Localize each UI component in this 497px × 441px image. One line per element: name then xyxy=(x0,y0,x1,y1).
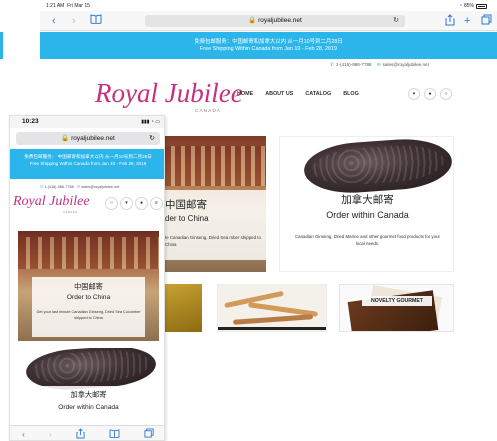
search-icon[interactable]: ○ xyxy=(440,88,452,100)
banner-line-english: Free Shipping Within Canada from Jan 10 … xyxy=(200,46,337,52)
phone-browser-bottom-bar: ‹ › xyxy=(10,425,164,441)
header-icon-group: ▾ ● ○ xyxy=(408,88,452,100)
phone-icon: ✆ xyxy=(40,185,44,189)
card-subtitle: Order within Canada xyxy=(326,210,409,220)
url-text: 🔒 royaljubilee.net xyxy=(248,17,302,24)
ginseng-root-image xyxy=(232,314,314,325)
chevron-right-icon[interactable]: › xyxy=(72,14,76,28)
status-time-text: 1:21 AM xyxy=(46,3,65,9)
signal-wifi-battery-icons: ▮▮▮ ◔ ▭ xyxy=(141,119,160,125)
card-title: 中国邮寄 xyxy=(165,199,207,211)
url-bar[interactable]: 🔒 royaljubilee.net ↻ xyxy=(145,15,405,27)
card-title: 加拿大邮寄 xyxy=(341,194,394,206)
sea-cucumber-image xyxy=(302,135,454,197)
phone-icon: ✆ xyxy=(330,62,334,67)
card-description: Get your last minute Canadian Ginseng, D… xyxy=(36,310,141,320)
order-within-canada-card[interactable]: 加拿大邮寄 Order within Canada Canadian Ginse… xyxy=(279,135,454,272)
store-shelves-image xyxy=(165,146,266,186)
contact-phone[interactable]: 1-(416)-986-7788 xyxy=(336,62,372,67)
banner-line-chinese: 免费包邮服务： 中国邮寄和加拿大以内 从一月10号到二月28日 xyxy=(24,154,152,159)
nav-about-us[interactable]: ABOUT US xyxy=(265,91,293,97)
plus-icon[interactable]: + xyxy=(464,14,470,28)
status-time: 10:23 xyxy=(22,118,39,125)
order-to-china-card[interactable]: 中国邮寄 Order to China Get your last minute… xyxy=(18,231,159,341)
header-icon-group: ○ ▾ ● ≡ xyxy=(105,197,163,210)
card-title: 加拿大邮寄 xyxy=(70,390,107,399)
nav-catalog[interactable]: CATALOG xyxy=(305,91,331,97)
tabs-icon[interactable] xyxy=(144,428,154,440)
menu-icon[interactable]: ≡ xyxy=(150,197,163,210)
contact-info: ✆1-(416)-986-7788 ✉sales@royaljubilee.ne… xyxy=(330,62,429,68)
tile-divider xyxy=(218,327,326,330)
banner-line-chinese: 免费包邮服务：中国邮寄和加拿大以内 从一月10号到二月28日 xyxy=(194,39,343,45)
main-nav: HOME ABOUT US CATALOG BLOG xyxy=(237,91,359,97)
logo-wordmark: Royal Jubilee xyxy=(13,194,90,209)
nav-home[interactable]: HOME xyxy=(237,91,253,97)
phone-screenshot: 10:23 ▮▮▮ ◔ ▭ 🔒 royaljubilee.net ↻ 免费包邮服… xyxy=(9,115,165,441)
nav-blog[interactable]: BLOG xyxy=(343,91,359,97)
product-tile-novelty-gourmet[interactable]: NOVELTY GOURMET xyxy=(339,284,454,332)
order-to-china-card[interactable]: 中国邮寄 der to China te Canadian Ginseng, D… xyxy=(165,136,266,272)
contact-phone[interactable]: 1-(416)-986-7788 xyxy=(44,185,74,189)
contact-email[interactable]: sales@royaljubilee.net xyxy=(383,62,429,67)
chevron-left-icon[interactable]: ‹ xyxy=(22,430,25,439)
tablet-status-bar: 1:21 AM Fri Mar 15 ◔ 85% xyxy=(0,0,497,11)
status-right: ◔ 85% xyxy=(459,3,487,9)
gourmet-label: NOVELTY GOURMET xyxy=(362,296,432,306)
banner-line-english: Free Shipping Within Canada from Jan 10 … xyxy=(29,161,147,166)
status-time: 1:21 AM Fri Mar 15 xyxy=(46,3,90,9)
phone-status-bar: 10:23 ▮▮▮ ◔ ▭ xyxy=(10,116,164,128)
account-icon[interactable]: ● xyxy=(135,197,148,210)
reload-icon[interactable]: ↻ xyxy=(393,15,399,27)
card-subtitle: der to China xyxy=(165,214,209,223)
battery-icon xyxy=(476,3,487,9)
url-bar[interactable]: 🔒 royaljubilee.net ↻ xyxy=(16,132,160,145)
card-description: te Canadian Ginseng, Dried Sea mber ship… xyxy=(165,235,261,247)
royal-jubilee-logo[interactable]: Royal Jubilee CANADA xyxy=(95,78,243,120)
battery-percent: 85% xyxy=(463,3,474,9)
mail-icon: ✉ xyxy=(76,185,81,189)
share-icon[interactable] xyxy=(445,14,455,30)
logo-subtitle: CANADA xyxy=(195,109,221,114)
tabs-icon[interactable] xyxy=(481,14,492,29)
contact-email[interactable]: sales@royaljubilee.net xyxy=(81,185,119,189)
reload-icon[interactable]: ↻ xyxy=(149,132,155,145)
chevron-right-icon[interactable]: › xyxy=(49,430,52,439)
logo-wordmark: Royal Jubilee xyxy=(95,78,243,108)
chevron-left-icon[interactable]: ‹ xyxy=(52,14,56,28)
logo-subtitle: CANADA xyxy=(63,210,78,214)
cart-icon[interactable]: ▾ xyxy=(120,197,133,210)
search-icon[interactable]: ○ xyxy=(105,197,118,210)
mail-icon: ✉ xyxy=(376,62,381,67)
book-icon[interactable] xyxy=(109,428,120,440)
status-date-text: Fri Mar 15 xyxy=(67,3,90,9)
shipping-banner: 免费包邮服务： 中国邮寄和加拿大以内 从一月10号到二月28日 Free Shi… xyxy=(10,149,164,179)
card-title: 中国邮寄 xyxy=(74,282,103,291)
store-shelves-image xyxy=(18,237,159,269)
account-icon[interactable]: ● xyxy=(424,88,436,100)
left-accent-stripe xyxy=(0,32,3,59)
shipping-banner: 免费包邮服务：中国邮寄和加拿大以内 从一月10号到二月28日 Free Ship… xyxy=(40,32,497,59)
card-subtitle: Order within Canada xyxy=(58,404,119,411)
book-icon[interactable] xyxy=(90,14,102,28)
cart-icon[interactable]: ▾ xyxy=(408,88,420,100)
royal-jubilee-logo[interactable]: Royal Jubilee CANADA xyxy=(13,194,90,220)
tablet-browser-toolbar: ‹ › 🔒 royaljubilee.net ↻ + xyxy=(40,11,497,31)
share-icon[interactable] xyxy=(76,427,85,441)
card-subtitle: Order to China xyxy=(66,294,111,301)
contact-info: ✆1-(416)-986-7788 ✉sales@royaljubilee.ne… xyxy=(40,184,119,189)
product-tile-gold[interactable] xyxy=(164,284,202,332)
wifi-icon: ◔ xyxy=(458,3,462,9)
product-tile-ginseng[interactable] xyxy=(217,284,327,332)
url-text: 🔒 royaljubilee.net xyxy=(61,135,115,142)
card-description: Canadian Ginseng, Dried Marine and other… xyxy=(295,234,440,246)
order-within-canada-card[interactable]: 加拿大邮寄 Order within Canada xyxy=(18,348,159,420)
